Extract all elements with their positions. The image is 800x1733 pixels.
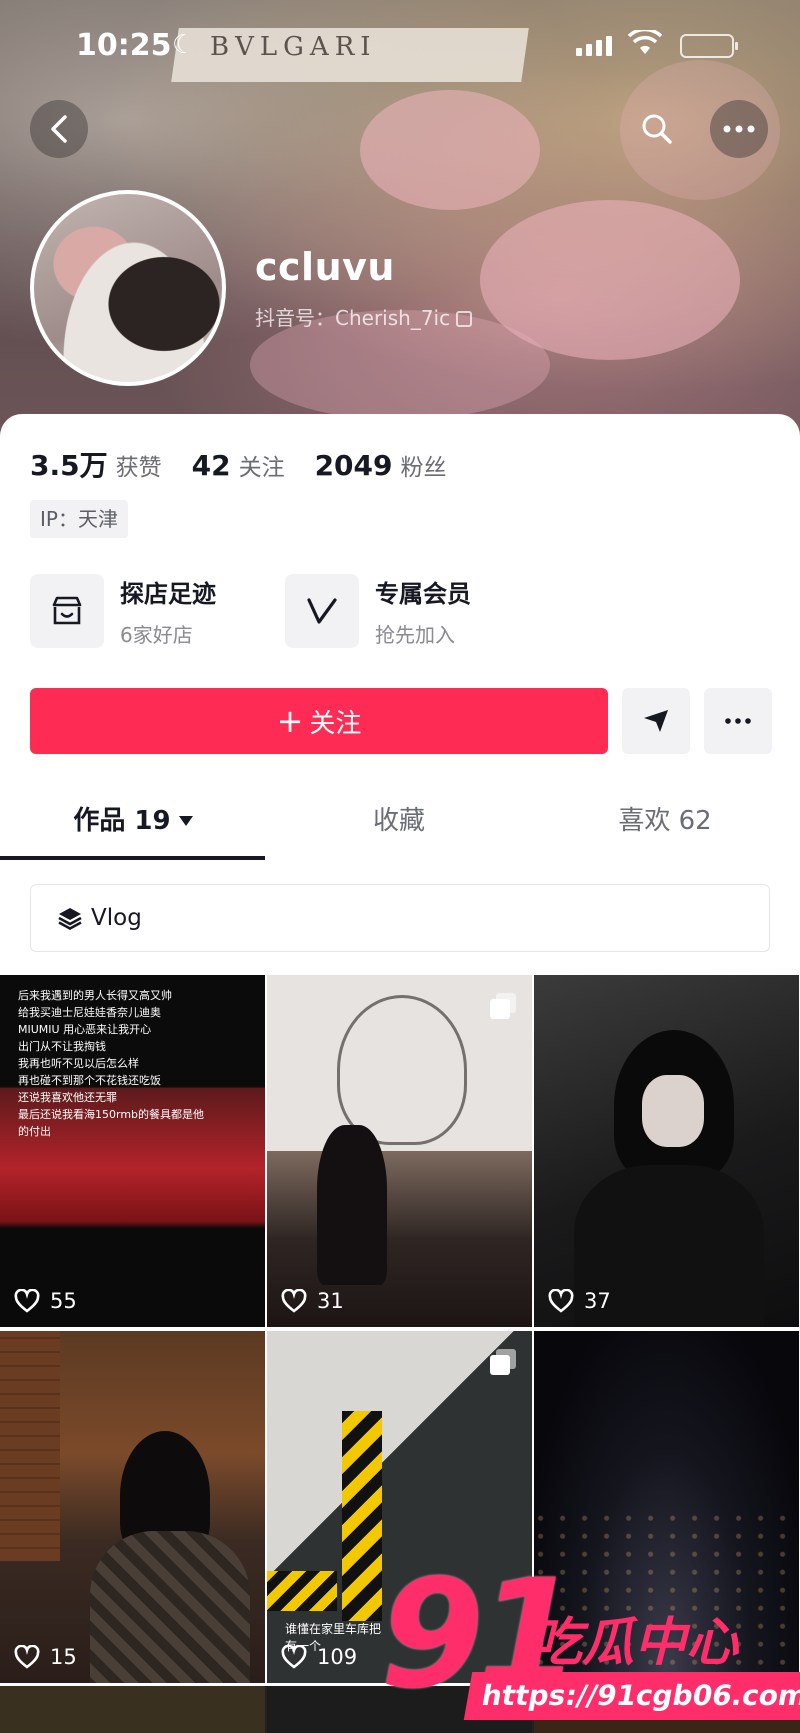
send-message-button[interactable] — [622, 688, 690, 754]
video-tile[interactable]: 31 — [267, 975, 532, 1327]
like-count-value: 109 — [317, 1645, 358, 1669]
video-tile[interactable]: 15 — [0, 1331, 265, 1683]
plus-icon: + — [276, 702, 304, 740]
stat-value: 3.5万 — [30, 449, 108, 482]
heart-icon — [281, 1289, 307, 1313]
person-silhouette — [317, 1125, 387, 1285]
collection-label: Vlog — [91, 905, 142, 931]
battery-icon — [680, 34, 738, 58]
stat-followers[interactable]: 2049 粉丝 — [315, 448, 447, 482]
status-bar: 10:25 ☾ — [0, 27, 800, 68]
tab-favorites[interactable]: 收藏 — [266, 800, 532, 837]
wall-mural — [337, 995, 467, 1145]
copy-icon[interactable] — [456, 311, 473, 327]
person-coat — [90, 1531, 250, 1683]
video-tile[interactable]: 37 — [534, 975, 799, 1327]
send-icon — [644, 710, 668, 732]
tab-label: 收藏 — [372, 806, 425, 836]
stat-label: 获赞 — [115, 455, 162, 481]
tab-works[interactable]: 作品 19 — [0, 800, 266, 837]
tab-label: 喜欢 62 — [618, 806, 712, 836]
like-count: 37 — [548, 1289, 611, 1313]
watermark-url: https://91cgb06.com — [463, 1672, 800, 1720]
more-dots-icon — [723, 125, 755, 133]
multi-image-icon — [490, 993, 516, 1019]
active-tab-indicator — [0, 856, 265, 860]
caret-down-icon — [178, 816, 193, 826]
like-count-value: 37 — [584, 1289, 611, 1313]
tile-preview — [0, 1686, 265, 1733]
like-count: 15 — [14, 1645, 77, 1669]
person-face — [642, 1075, 704, 1147]
heart-icon — [548, 1289, 574, 1313]
more-options-button[interactable] — [710, 100, 768, 158]
avatar[interactable] — [30, 190, 226, 386]
stat-value: 2049 — [314, 449, 393, 482]
watermark-name: 吃瓜中心 — [530, 1613, 739, 1673]
signal-icon — [576, 36, 612, 56]
shop-icon — [30, 574, 104, 648]
like-count-value: 31 — [317, 1289, 344, 1313]
heart-icon — [14, 1289, 40, 1313]
feature-title: 探店足迹 — [120, 580, 216, 608]
brick-wall — [0, 1331, 60, 1561]
search-icon — [642, 114, 672, 144]
heart-icon — [14, 1645, 40, 1669]
video-caption: 后来我遇到的男人长得又高又帅 给我买迪士尼娃娃香奈儿迪奥 MIUMIU 用心恶来让我… — [18, 989, 205, 1138]
douyin-id[interactable]: 抖音号：Cherish_7ic — [255, 302, 473, 331]
more-actions-button[interactable] — [704, 688, 772, 754]
v-member-icon — [285, 574, 359, 648]
like-count-value: 15 — [50, 1645, 77, 1669]
follow-button[interactable]: + 关注 — [30, 688, 608, 754]
stat-value: 42 — [191, 449, 231, 482]
username: ccluvu — [255, 245, 395, 289]
douyin-id-text: 抖音号：Cherish_7ic — [255, 306, 451, 330]
hazard-stripe — [342, 1411, 382, 1621]
follow-label: 关注 — [309, 708, 362, 739]
layers-icon — [57, 905, 83, 931]
feature-exclusive-member[interactable]: 专属会员 抢先加入 — [285, 574, 471, 648]
hazard-stripe — [267, 1571, 337, 1611]
stat-label: 关注 — [238, 455, 285, 481]
moon-icon: ☾ — [172, 30, 196, 60]
feature-title: 专属会员 — [375, 580, 471, 608]
search-button[interactable] — [628, 100, 686, 158]
like-count: 109 — [281, 1645, 357, 1669]
flower-cluster — [360, 90, 540, 210]
like-count: 31 — [281, 1289, 344, 1313]
back-button[interactable] — [30, 100, 88, 158]
wifi-icon — [627, 27, 663, 63]
collection-chip[interactable]: Vlog — [30, 884, 770, 952]
stat-likes[interactable]: 3.5万 获赞 — [30, 444, 162, 484]
ip-location-tag: IP：天津 — [30, 500, 128, 538]
like-count-value: 55 — [50, 1289, 77, 1313]
stat-following[interactable]: 42 关注 — [192, 448, 285, 482]
tab-label: 作品 19 — [73, 806, 171, 836]
heart-icon — [281, 1645, 307, 1669]
stat-label: 粉丝 — [400, 455, 447, 481]
feature-subtitle: 抢先加入 — [375, 623, 455, 647]
back-arrow-icon — [51, 115, 67, 143]
feature-store-visits[interactable]: 探店足迹 6家好店 — [30, 574, 216, 648]
tab-likes[interactable]: 喜欢 62 — [532, 800, 798, 837]
feature-subtitle: 6家好店 — [120, 623, 193, 647]
more-dots-icon — [725, 718, 751, 724]
multi-image-icon — [490, 1349, 516, 1375]
content-tabs: 作品 19 收藏 喜欢 62 — [0, 800, 800, 862]
status-time: 10:25 — [76, 28, 172, 63]
video-tile[interactable]: 后来我遇到的男人长得又高又帅 给我买迪士尼娃娃香奈儿迪奥 MIUMIU 用心恶来让我… — [0, 975, 265, 1327]
profile-stats: 3.5万 获赞 42 关注 2049 粉丝 — [30, 444, 477, 484]
like-count: 55 — [14, 1289, 77, 1313]
